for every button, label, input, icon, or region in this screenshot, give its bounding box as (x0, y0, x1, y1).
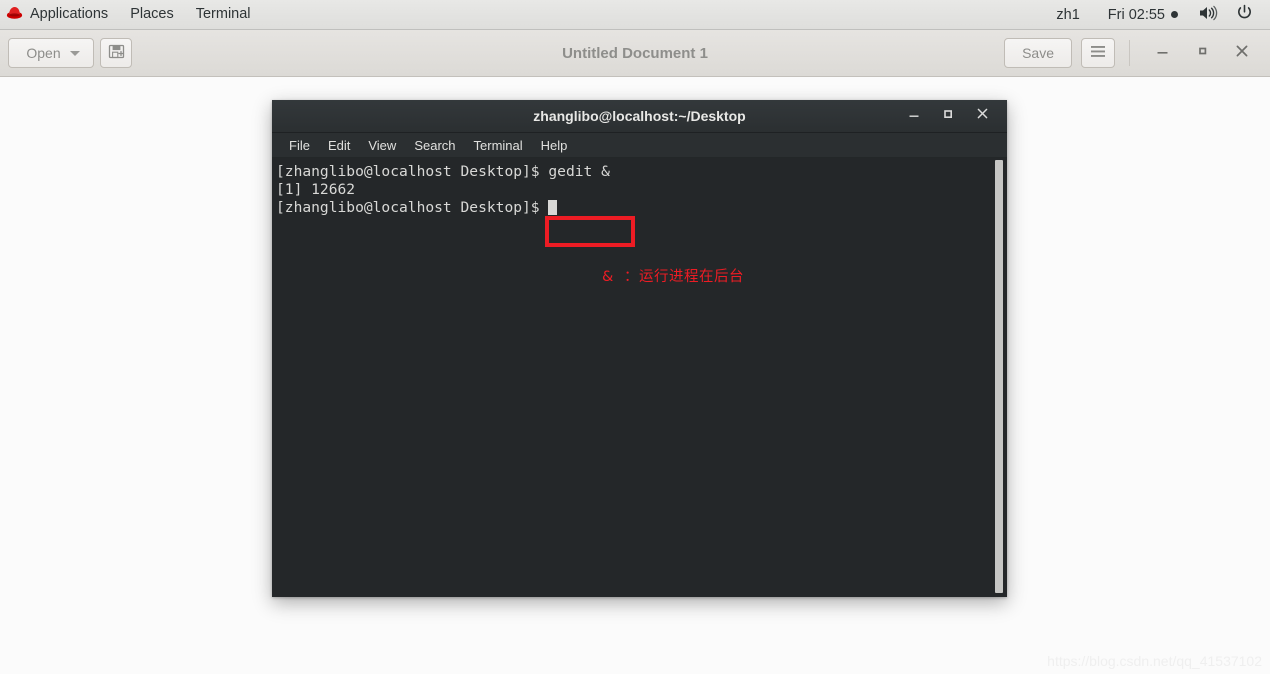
open-button-label: Open (26, 45, 61, 61)
terminal-screen[interactable]: [zhanglibo@localhost Desktop]$ gedit & [… (272, 158, 1007, 595)
applications-menu-label: Applications (30, 6, 109, 23)
terminal-line-1: [zhanglibo@localhost Desktop]$ gedit & (276, 163, 610, 180)
terminal-cursor (548, 200, 558, 215)
maximize-icon (942, 107, 954, 125)
gedit-maximize-button[interactable] (1182, 33, 1222, 73)
minimize-icon (1156, 44, 1169, 62)
menu-item-edit[interactable]: Edit (319, 139, 359, 152)
terminal-window-menu[interactable]: Terminal (185, 0, 262, 29)
menu-item-view[interactable]: View (359, 139, 405, 152)
menu-item-file[interactable]: File (280, 139, 319, 152)
save-button-label: Save (1022, 45, 1054, 61)
gedit-header-left-group: Open (8, 38, 132, 68)
open-button[interactable]: Open (8, 38, 94, 68)
places-menu-label: Places (130, 6, 174, 23)
save-as-floppy-icon (108, 43, 125, 63)
terminal-window-menu-label: Terminal (195, 6, 251, 23)
volume-speaker-icon (1199, 5, 1218, 25)
terminal-menu-bar: File Edit View Search Terminal Help (272, 133, 1007, 158)
power-menu-button[interactable] (1227, 0, 1262, 29)
gnome-top-panel: Applications Places Terminal zh1 Fri 02:… (0, 0, 1270, 30)
save-button[interactable]: Save (1004, 38, 1072, 68)
chevron-down-icon (69, 50, 80, 56)
current-user-label[interactable]: zh1 (1056, 7, 1085, 23)
terminal-window-controls (897, 101, 1007, 131)
terminal-line-3: [zhanglibo@localhost Desktop]$ (276, 199, 549, 216)
menu-item-terminal[interactable]: Terminal (465, 139, 532, 152)
command-highlight-box (545, 216, 635, 247)
power-button-icon (1236, 4, 1253, 25)
clock-label: Fri 02:55 (1107, 6, 1165, 23)
close-icon (976, 107, 989, 125)
terminal-title-bar[interactable]: zhanglibo@localhost:~/Desktop (272, 100, 1007, 133)
clock-indicator[interactable]: Fri 02:55 (1086, 7, 1190, 23)
terminal-scrollbar[interactable] (995, 160, 1003, 593)
top-panel-left-group: Applications Places Terminal (0, 0, 262, 29)
gedit-header-bar: Open Untitled Document 1 Save (0, 30, 1270, 77)
annotation-text: & ：运行进程在后台 (602, 269, 745, 285)
header-separator (1129, 40, 1130, 66)
places-menu[interactable]: Places (119, 0, 185, 29)
notification-dot-icon (1171, 11, 1178, 18)
menu-item-help[interactable]: Help (532, 139, 577, 152)
terminal-close-button[interactable] (965, 101, 999, 131)
gedit-menu-button[interactable] (1081, 38, 1115, 68)
save-as-button[interactable] (100, 38, 132, 68)
volume-indicator[interactable] (1190, 0, 1227, 29)
terminal-minimize-button[interactable] (897, 101, 931, 131)
gedit-minimize-button[interactable] (1142, 33, 1182, 73)
top-panel-right-group: zh1 Fri 02:55 (1056, 0, 1270, 29)
hamburger-menu-icon (1090, 45, 1106, 61)
terminal-window: zhanglibo@localhost:~/Desktop File Edit … (272, 100, 1007, 597)
redhat-logo-icon (6, 5, 23, 24)
gedit-close-button[interactable] (1222, 33, 1262, 73)
applications-menu[interactable]: Applications (0, 0, 119, 29)
terminal-output-text: [zhanglibo@localhost Desktop]$ gedit & [… (276, 163, 610, 217)
close-icon (1235, 44, 1249, 63)
watermark-text: https://blog.csdn.net/qq_41537102 (1047, 653, 1262, 669)
minimize-icon (908, 107, 920, 125)
terminal-maximize-button[interactable] (931, 101, 965, 131)
maximize-icon (1196, 44, 1209, 62)
menu-item-search[interactable]: Search (405, 139, 464, 152)
terminal-line-2: [1] 12662 (276, 181, 356, 198)
gedit-header-right-group: Save (1004, 33, 1262, 73)
